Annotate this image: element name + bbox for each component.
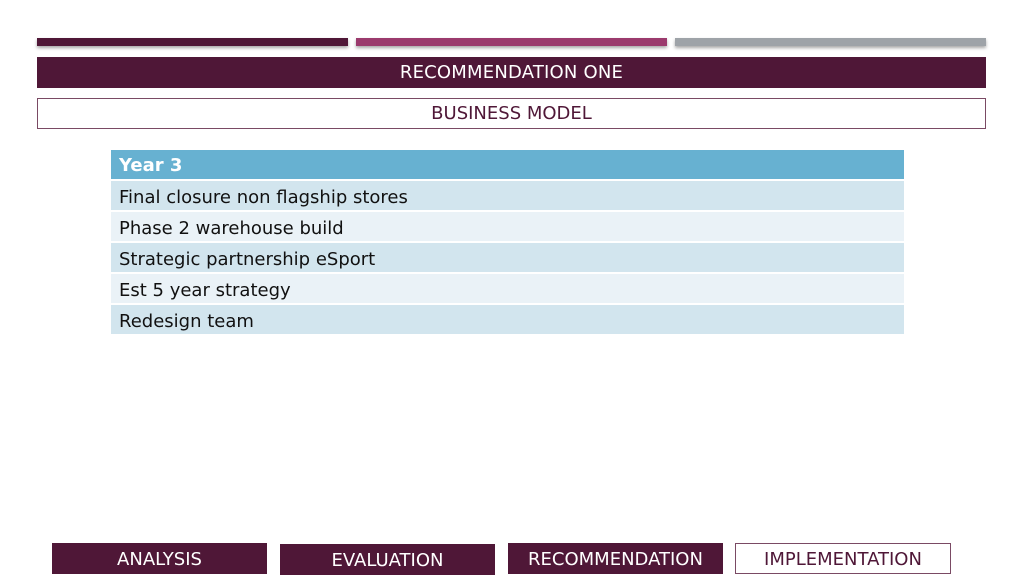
nav-tab-recommendation[interactable]: RECOMMENDATION — [508, 543, 723, 574]
table-row: Final closure non flagship stores — [111, 181, 904, 212]
nav-tab-evaluation[interactable]: EVALUATION — [280, 544, 495, 575]
decorative-stripe-dark — [37, 38, 348, 46]
year-3-table: Year 3 Final closure non flagship stores… — [111, 150, 904, 334]
decorative-stripe-magenta — [356, 38, 667, 46]
slide-subtitle: BUSINESS MODEL — [37, 98, 986, 129]
decorative-stripe-gray — [675, 38, 986, 46]
slide-title: RECOMMENDATION ONE — [37, 57, 986, 88]
table-row: Phase 2 warehouse build — [111, 212, 904, 243]
table-row: Est 5 year strategy — [111, 274, 904, 305]
table-header: Year 3 — [111, 150, 904, 181]
table-row: Redesign team — [111, 305, 904, 334]
table-row: Strategic partnership eSport — [111, 243, 904, 274]
nav-tab-analysis[interactable]: ANALYSIS — [52, 543, 267, 574]
nav-tab-implementation[interactable]: IMPLEMENTATION — [735, 543, 951, 574]
